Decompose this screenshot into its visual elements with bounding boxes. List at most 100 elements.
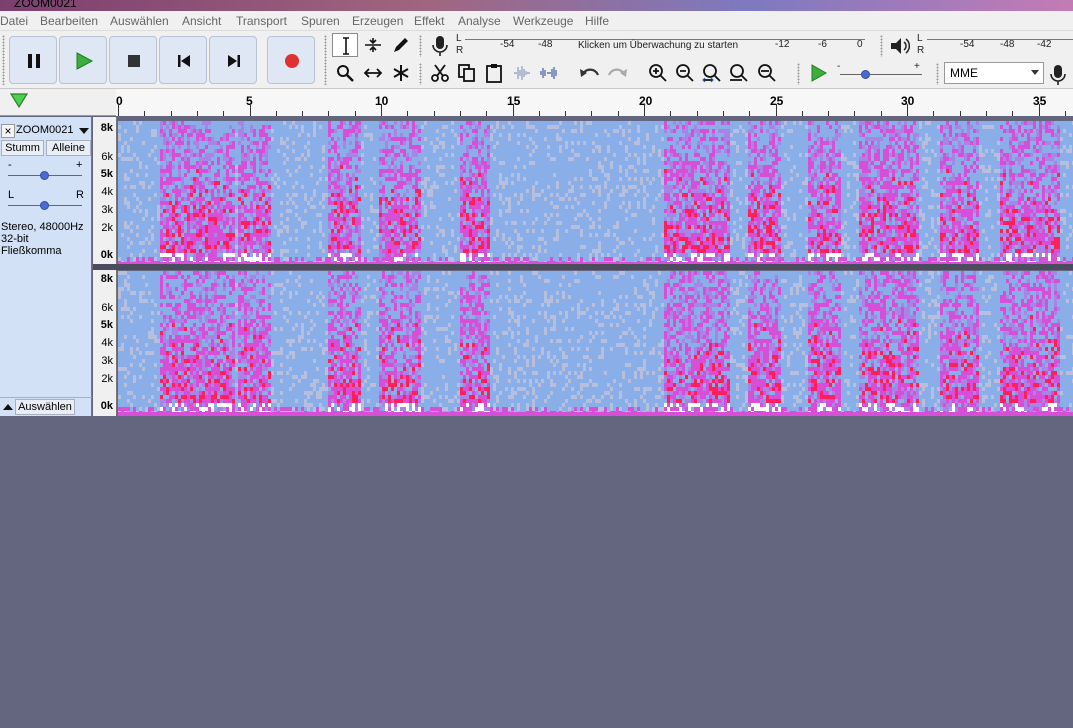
select-track-button[interactable]: Auswählen [15,399,75,415]
menu-effekt[interactable]: Effekt [414,14,444,28]
redo-icon [607,68,627,77]
stop-icon [128,55,140,67]
menu-erzeugen[interactable]: Erzeugen [352,14,403,28]
undo-button[interactable] [576,61,602,85]
zoom-out-icon [676,64,694,82]
track-format-bits: 32-bit Fließkomma [1,233,62,257]
spectrogram-left-channel[interactable] [118,121,1073,266]
ruler-tick [486,111,487,116]
collapse-icon[interactable] [3,404,13,410]
speaker-icon[interactable] [889,35,911,57]
trim-button[interactable] [509,61,535,85]
ruler-tick [670,111,671,116]
ruler-tick [802,111,803,116]
playback-meter-tick: -54 [960,39,975,50]
freq-label: 4k [101,337,113,349]
toolbar-grip[interactable] [936,63,939,85]
playback-speed-knob[interactable] [861,70,870,79]
envelope-tool[interactable] [360,33,386,57]
ruler-tick [381,104,382,116]
copy-button[interactable] [454,61,480,85]
record-icon [285,54,299,68]
silence-button[interactable] [536,61,562,85]
ruler-tick [591,111,592,116]
zoom-in-button[interactable] [645,61,671,85]
ruler-tick [907,104,908,116]
ruler-tick [986,111,987,116]
solo-button[interactable]: Alleine [46,140,91,156]
microphone-icon[interactable] [1049,64,1067,86]
record-button[interactable] [267,36,315,84]
zoom-tool[interactable] [332,61,358,85]
microphone-icon[interactable] [430,35,450,57]
ruler-label: 0 [116,94,123,108]
pan-right-label: R [76,189,84,201]
timeline-ruler[interactable]: 0 5 10 15 20 25 30 35 [116,89,1073,116]
ruler-tick [565,111,566,116]
cut-button[interactable] [427,61,453,85]
zoom-out-button[interactable] [672,61,698,85]
selection-tool[interactable] [332,33,358,57]
menu-analyse[interactable]: Analyse [458,14,501,28]
ruler-tick [144,111,145,116]
menu-hilfe[interactable]: Hilfe [585,14,609,28]
menu-auswaehlen[interactable]: Auswählen [110,14,169,28]
ruler-tick [854,111,855,116]
pinned-play-head-icon[interactable] [9,92,29,110]
fit-project-button[interactable] [726,61,752,85]
ruler-tick [933,111,934,116]
skip-to-start-button[interactable] [159,36,207,84]
paste-button[interactable] [481,61,507,85]
ruler-tick [250,104,251,116]
track-name: ZOOM0021 [16,124,74,136]
toolbar-grip[interactable] [880,35,883,57]
track-area: × ZOOM0021 Stumm Alleine - + L R Stereo,… [0,117,1073,416]
pause-button[interactable] [9,36,57,84]
ruler-tick [749,111,750,116]
toolbar-grip[interactable] [419,35,422,57]
spectrogram-image [118,121,1073,266]
ruler-tick [460,111,461,116]
double-arrow-icon [363,68,383,78]
menu-transport[interactable]: Transport [236,14,287,28]
pan-left-label: L [8,189,15,201]
audio-host-select[interactable]: MME [944,62,1044,84]
play-at-speed-button[interactable] [806,61,832,85]
stop-button[interactable] [109,36,157,84]
record-meter-tick: -12 [775,39,790,50]
track-name-menu[interactable]: ZOOM0021 [16,124,92,138]
menu-werkzeuge[interactable]: Werkzeuge [513,14,573,28]
toolbar-grip[interactable] [324,35,327,85]
skip-to-end-button[interactable] [209,36,257,84]
toolbar-grip[interactable] [797,63,800,85]
zoom-toggle-button[interactable] [753,61,779,85]
ruler-label: 20 [639,94,653,108]
pencil-icon [394,38,408,52]
ruler-tick [223,111,224,116]
fit-selection-button[interactable] [699,61,725,85]
redo-button[interactable] [603,61,629,85]
window-title: ZOOM0021 [14,0,77,10]
freq-label: 0k [100,400,113,412]
play-button[interactable] [59,36,107,84]
mute-button[interactable]: Stumm [1,140,44,156]
gain-knob[interactable] [40,171,49,180]
ruler-tick [434,111,435,116]
spectrogram-right-channel[interactable] [118,271,1073,416]
menu-datei[interactable]: Datei [0,14,28,28]
gain-minus-label: - [8,159,12,171]
menu-ansicht[interactable]: Ansicht [182,14,221,28]
close-track-button[interactable]: × [1,124,15,138]
pan-knob[interactable] [40,201,49,210]
menu-spuren[interactable]: Spuren [301,14,340,28]
toolbar-grip[interactable] [419,63,422,85]
menu-bearbeiten[interactable]: Bearbeiten [40,14,98,28]
time-shift-tool[interactable] [360,61,386,85]
multi-tool[interactable] [388,61,414,85]
playback-speed-slider[interactable] [840,74,922,75]
draw-tool[interactable] [388,33,414,57]
freq-label: 0k [100,249,113,261]
zoom-fit-icon [730,64,748,82]
toolbar-grip[interactable] [2,35,5,85]
monitoring-prompt[interactable]: Klicken um Überwachung zu starten [578,40,738,51]
